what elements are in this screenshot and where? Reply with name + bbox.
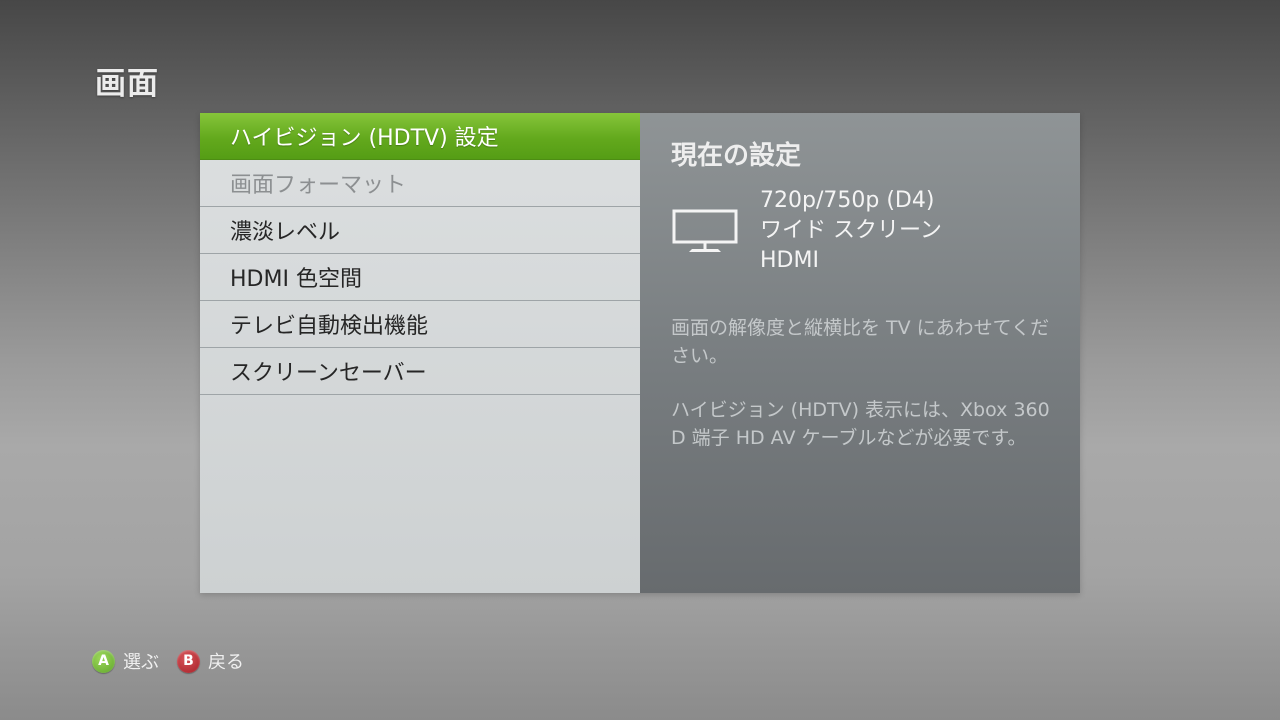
b-button-icon: B (177, 649, 200, 673)
menu-item-screensaver[interactable]: スクリーンセーバー (200, 348, 640, 395)
tv-icon (672, 209, 738, 252)
settings-menu: ハイビジョン (HDTV) 設定 画面フォーマット 濃淡レベル HDMI 色空間… (200, 113, 640, 593)
current-settings: 720p/750p (D4) ワイド スクリーン HDMI (671, 186, 1050, 276)
menu-item-hdmi-color-space[interactable]: HDMI 色空間 (200, 254, 640, 301)
description-hdtv-requirement: ハイビジョン (HDTV) 表示には、Xbox 360 D 端子 HD AV ケ… (671, 399, 1050, 449)
info-pane: 現在の設定 720p/750p (D4) ワイド スクリーン HDMI 画面の解… (640, 113, 1080, 593)
current-settings-heading: 現在の設定 (671, 141, 802, 171)
select-label: 選ぶ (123, 652, 159, 673)
page-title: 画面 (95, 66, 159, 102)
select-action[interactable]: A 選ぶ (92, 648, 159, 674)
current-settings-values: 720p/750p (D4) ワイド スクリーン HDMI (760, 186, 942, 276)
current-resolution: 720p/750p (D4) (760, 188, 935, 213)
menu-item-tv-auto-detect[interactable]: テレビ自動検出機能 (200, 301, 640, 348)
menu-item-screen-format: 画面フォーマット (200, 160, 640, 207)
menu-item-contrast-level[interactable]: 濃淡レベル (200, 207, 640, 254)
description-resolution: 画面の解像度と縦横比を TV にあわせてください。 (671, 317, 1050, 367)
button-legend: A 選ぶ B 戻る (92, 648, 262, 674)
settings-panel: ハイビジョン (HDTV) 設定 画面フォーマット 濃淡レベル HDMI 色空間… (200, 113, 1080, 593)
back-label: 戻る (208, 652, 244, 673)
back-action[interactable]: B 戻る (177, 648, 244, 674)
current-aspect: ワイド スクリーン (760, 218, 942, 243)
a-button-icon: A (92, 649, 115, 673)
menu-item-hdtv-settings[interactable]: ハイビジョン (HDTV) 設定 (200, 113, 640, 160)
current-connection: HDMI (760, 248, 819, 273)
